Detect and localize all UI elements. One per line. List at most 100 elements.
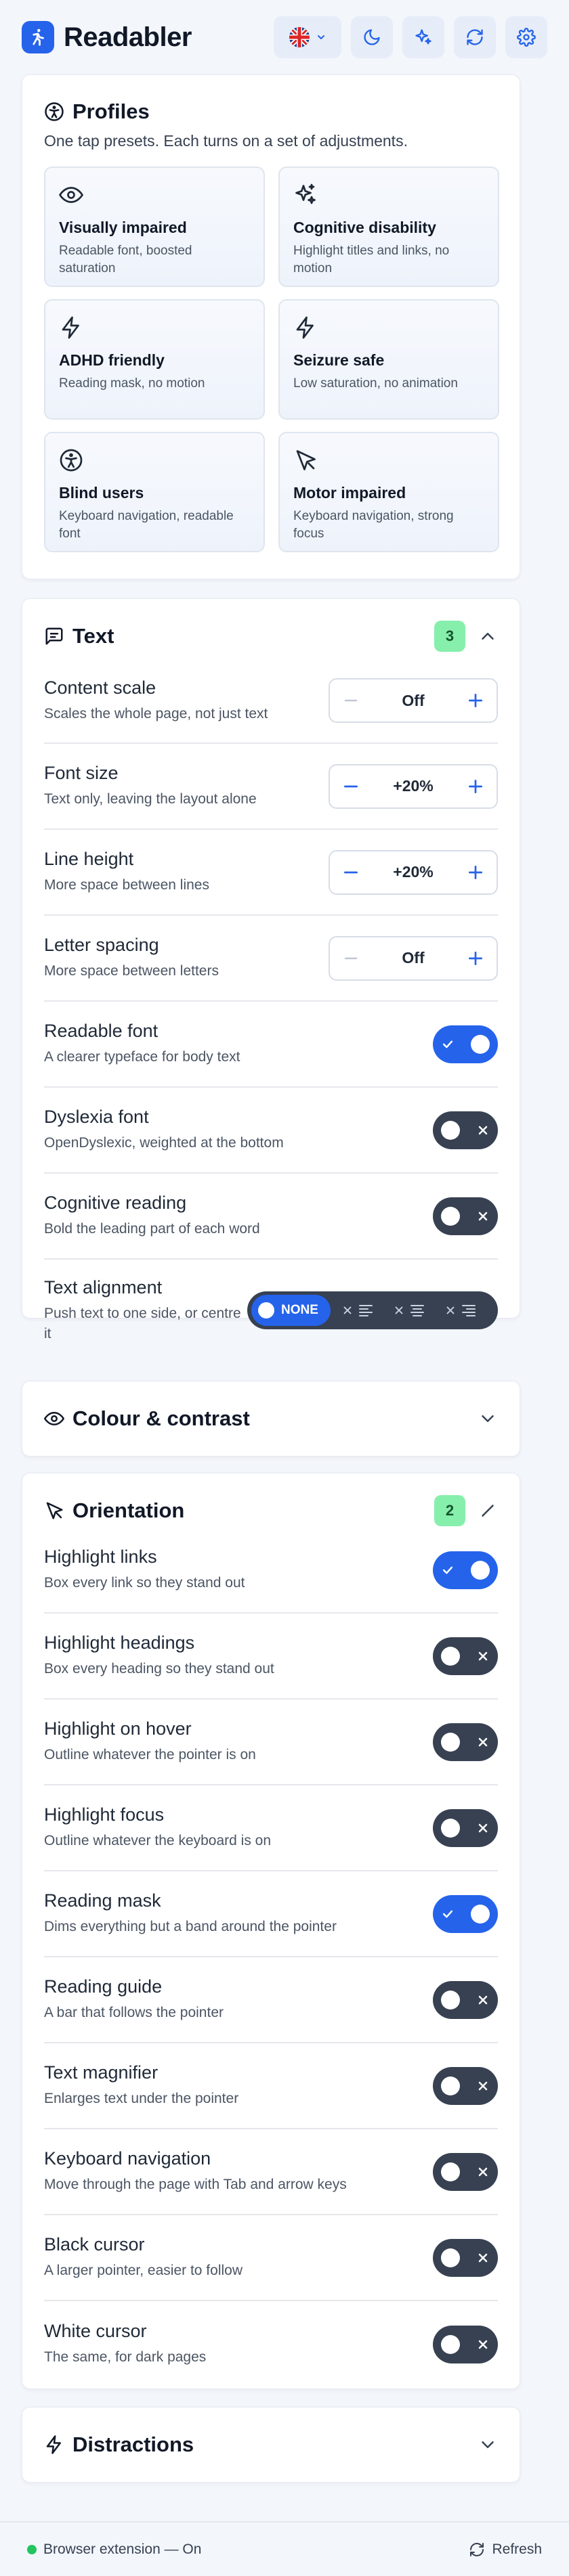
- dyslexia-font-toggle[interactable]: [433, 1111, 498, 1149]
- ai-assist-button[interactable]: [402, 16, 444, 58]
- readable-font-toggle[interactable]: [433, 1025, 498, 1063]
- chevron-down-icon: [318, 35, 324, 39]
- text-magnifier-toggle[interactable]: [433, 2066, 498, 2105]
- minus-icon: [344, 699, 358, 702]
- setting-label: Black cursor: [44, 2234, 145, 2255]
- increase-button[interactable]: [465, 948, 486, 969]
- setting-desc: OpenDyslexic, weighted at the bottom: [44, 1135, 284, 1151]
- highlight-focus-toggle[interactable]: [433, 1808, 498, 1847]
- refresh-button[interactable]: Refresh: [469, 2541, 542, 2558]
- close-icon: [478, 2081, 488, 2090]
- black-cursor-toggle[interactable]: [433, 2238, 498, 2277]
- accessibility-icon: [45, 102, 64, 121]
- profile-name: Seizure safe: [293, 351, 385, 369]
- align-right-option[interactable]: [436, 1302, 485, 1318]
- setting-desc: A clearer typeface for body text: [44, 1049, 240, 1065]
- highlight-headings-toggle[interactable]: [433, 1637, 498, 1675]
- check-icon: [442, 1040, 453, 1048]
- close-icon: [478, 2340, 488, 2349]
- refresh-label: Refresh: [492, 2541, 542, 2557]
- profile-seizure-safe[interactable]: Seizure safe Low saturation, no animatio…: [278, 299, 499, 420]
- uk-flag-icon: [289, 27, 310, 47]
- app-name: Readabler: [64, 22, 192, 52]
- profile-name: Blind users: [59, 484, 144, 502]
- keyboard-navigation-toggle[interactable]: [433, 2152, 498, 2191]
- decrease-button[interactable]: [341, 948, 361, 969]
- decrease-button[interactable]: [341, 862, 361, 883]
- colour-section-header[interactable]: Colour & contrast: [44, 1381, 498, 1456]
- decrease-button[interactable]: [341, 690, 361, 711]
- setting-label: White cursor: [44, 2321, 147, 2342]
- reading-mask-toggle[interactable]: [433, 1894, 498, 1933]
- profile-name: Motor impaired: [293, 484, 406, 502]
- cognitive-reading-toggle[interactable]: [433, 1197, 498, 1235]
- reading-guide-toggle[interactable]: [433, 1980, 498, 2019]
- line-height-row: Line height More space between lines +20…: [44, 830, 498, 916]
- profile-motor-impaired[interactable]: Motor impaired Keyboard navigation, stro…: [278, 432, 499, 552]
- colour-section-title: Colour & contrast: [72, 1406, 250, 1430]
- setting-label: Text magnifier: [44, 2062, 159, 2083]
- orientation-section-title: Orientation: [72, 1498, 185, 1522]
- text-settings-list: Content scale Scales the whole page, not…: [44, 659, 498, 1361]
- profile-blind-users[interactable]: Blind users Keyboard navigation, readabl…: [44, 432, 265, 552]
- plus-icon: [468, 693, 483, 708]
- align-left-option[interactable]: [333, 1302, 382, 1318]
- active-count-badge: 3: [434, 621, 465, 652]
- setting-label: Keyboard navigation: [44, 2148, 211, 2169]
- highlight-focus-row: Highlight focus Outline whatever the keyb…: [44, 1785, 498, 1871]
- decrease-button[interactable]: [341, 776, 361, 797]
- settings-button[interactable]: [505, 16, 547, 58]
- profile-grid: Visually impaired Readable font, boosted…: [44, 166, 499, 552]
- profile-cognitive-disability[interactable]: Cognitive disability Highlight titles an…: [278, 166, 499, 287]
- dark-mode-button[interactable]: [351, 16, 393, 58]
- profile-name: Cognitive disability: [293, 219, 436, 236]
- increase-button[interactable]: [465, 690, 486, 711]
- profile-visually-impaired[interactable]: Visually impaired Readable font, boosted…: [44, 166, 265, 287]
- content-scale-row: Content scale Scales the whole page, not…: [44, 659, 498, 744]
- text-alignment-row: Text alignment Push text to one side, or…: [44, 1260, 498, 1361]
- setting-label: Highlight focus: [44, 1804, 165, 1825]
- distractions-section-header[interactable]: Distractions: [44, 2407, 498, 2482]
- colour-contrast-card[interactable]: Colour & contrast: [22, 1381, 520, 1457]
- line-height-value: +20%: [393, 863, 434, 881]
- bolt-icon: [46, 2435, 61, 2454]
- close-icon: [478, 2253, 488, 2262]
- increase-button[interactable]: [465, 776, 486, 797]
- highlight-on-hover-toggle[interactable]: [433, 1723, 498, 1761]
- setting-label: Content scale: [44, 677, 156, 698]
- check-icon: [442, 1910, 453, 1917]
- profiles-title: Profiles: [72, 99, 150, 123]
- white-cursor-row: White cursor The same, for dark pages: [44, 2301, 498, 2387]
- setting-desc: Enlarges text under the pointer: [44, 2091, 239, 2107]
- toggle-knob: [471, 1560, 490, 1580]
- align-none-option[interactable]: NONE: [251, 1295, 331, 1326]
- profiles-subtitle: One tap presets. Each turns on a set of …: [44, 132, 408, 150]
- reset-button[interactable]: [454, 16, 496, 58]
- profile-desc: Keyboard navigation, strong focus: [293, 509, 454, 541]
- orientation-section-header[interactable]: Orientation 2: [44, 1494, 498, 1528]
- close-icon: [478, 1737, 488, 1746]
- toggle-knob: [441, 1206, 460, 1226]
- highlight-links-toggle[interactable]: [433, 1551, 498, 1589]
- profile-desc: Reading mask, no motion: [59, 376, 205, 391]
- text-section-title: Text: [72, 624, 114, 648]
- text-section-header[interactable]: Text 3: [44, 619, 498, 653]
- text-alignment-selector: NONE: [247, 1291, 498, 1329]
- setting-label: Dyslexia font: [44, 1107, 149, 1128]
- align-center-option[interactable]: [385, 1302, 434, 1318]
- reading-mask-row: Reading mask Dims everything but a band a…: [44, 1871, 498, 1957]
- setting-label: Font size: [44, 763, 119, 784]
- profile-name: ADHD friendly: [59, 351, 165, 369]
- refresh-icon: [470, 2542, 484, 2556]
- setting-label: Highlight on hover: [44, 1718, 192, 1739]
- cognitive-reading-row: Cognitive reading Bold the leading part …: [44, 1174, 498, 1260]
- white-cursor-toggle[interactable]: [433, 2325, 498, 2363]
- setting-label: Cognitive reading: [44, 1193, 187, 1214]
- toggle-knob: [441, 1732, 460, 1752]
- increase-button[interactable]: [465, 862, 486, 883]
- toggle-knob: [441, 1646, 460, 1666]
- profile-adhd-friendly[interactable]: ADHD friendly Reading mask, no motion: [44, 299, 265, 420]
- distractions-card[interactable]: Distractions: [22, 2407, 520, 2483]
- dyslexia-font-row: Dyslexia font OpenDyslexic, weighted at …: [44, 1088, 498, 1174]
- language-select[interactable]: [274, 16, 341, 58]
